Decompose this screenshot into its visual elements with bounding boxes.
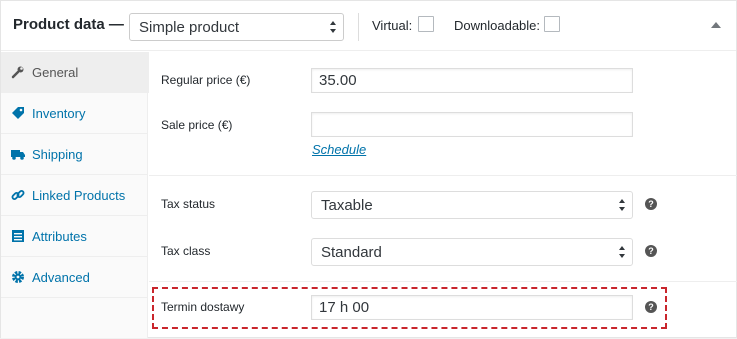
panel-header: Product data — Simple product Virtual: D… — [1, 1, 736, 51]
collapse-toggle-icon[interactable] — [711, 22, 721, 28]
tax-class-value: Standard — [321, 244, 382, 261]
tab-attributes-label: Attributes — [32, 229, 87, 244]
tag-icon — [12, 107, 24, 119]
delivery-help-icon[interactable]: ? — [645, 301, 657, 313]
delivery-label: Termin dostawy — [161, 300, 245, 314]
tax-class-label: Tax class — [161, 244, 211, 258]
gear-icon — [12, 271, 24, 283]
select-arrows-icon — [619, 199, 625, 211]
select-arrows-icon — [330, 21, 336, 33]
virtual-label: Virtual: — [372, 18, 413, 33]
tax-status-select[interactable]: Taxable — [311, 191, 633, 219]
tax-status-value: Taxable — [321, 197, 373, 214]
tab-general[interactable]: General — [1, 52, 149, 93]
tab-linked-products[interactable]: Linked Products — [1, 175, 148, 216]
tax-status-label: Tax status — [161, 197, 216, 211]
regular-price-label: Regular price (€) — [161, 73, 251, 87]
wrench-icon — [11, 66, 24, 79]
virtual-checkbox[interactable] — [418, 16, 434, 32]
tab-shipping[interactable]: Shipping — [1, 134, 148, 175]
tax-class-help-icon[interactable]: ? — [645, 245, 657, 257]
tax-status-help-icon[interactable]: ? — [645, 198, 657, 210]
tab-inventory-label: Inventory — [32, 106, 86, 121]
product-type-select[interactable]: Simple product — [129, 13, 344, 41]
tab-advanced-label: Advanced — [32, 270, 90, 285]
tab-attributes[interactable]: Attributes — [1, 216, 148, 257]
header-divider — [358, 13, 359, 41]
regular-price-input[interactable]: 35.00 — [311, 68, 633, 93]
tab-shipping-label: Shipping — [32, 147, 83, 162]
select-arrows-icon — [619, 246, 625, 258]
section-divider — [149, 281, 737, 282]
truck-icon — [11, 150, 25, 160]
section-divider — [149, 175, 737, 176]
link-icon — [11, 190, 25, 200]
product-data-panel: Product data — Simple product Virtual: D… — [0, 0, 737, 338]
downloadable-label: Downloadable: — [454, 18, 541, 33]
tab-advanced[interactable]: Advanced — [1, 257, 148, 298]
panel-title: Product data — — [13, 16, 124, 33]
tab-inventory[interactable]: Inventory — [1, 93, 148, 134]
tax-class-select[interactable]: Standard — [311, 238, 633, 266]
product-data-tabs: General Inventory Shipping Linked Produc… — [1, 52, 149, 338]
downloadable-checkbox[interactable] — [544, 16, 560, 32]
tab-linked-products-label: Linked Products — [32, 188, 126, 203]
tab-general-label: General — [32, 65, 79, 80]
schedule-link[interactable]: Schedule — [312, 142, 366, 157]
sale-price-input[interactable] — [311, 112, 633, 137]
sale-price-label: Sale price (€) — [161, 118, 233, 132]
list-icon — [12, 230, 24, 242]
product-type-value: Simple product — [139, 19, 240, 36]
delivery-input[interactable]: 17 h 00 — [311, 295, 633, 320]
